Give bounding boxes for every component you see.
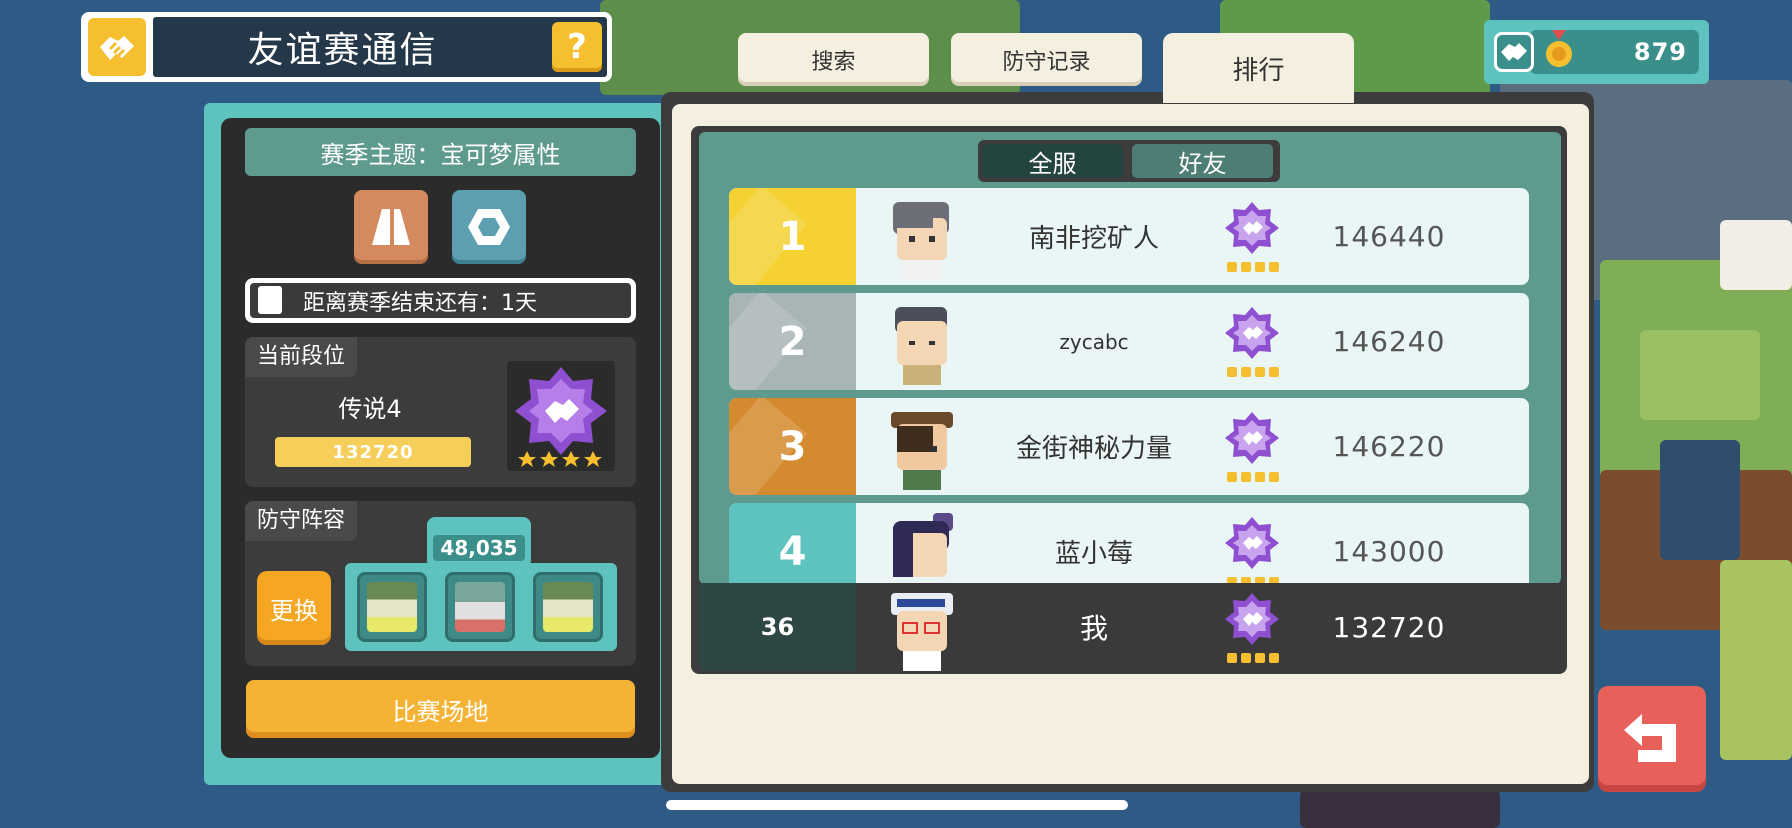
ranking-row[interactable]: 4 蓝小莓 143000 [729, 503, 1529, 583]
steel-type-icon[interactable] [452, 190, 526, 264]
tab-defense-log[interactable]: 防守记录 [951, 33, 1142, 86]
help-button[interactable]: ? [552, 22, 602, 72]
player-score: 146240 [1332, 325, 1446, 358]
handshake-icon [1494, 32, 1534, 72]
arena-button[interactable]: 比赛场地 [246, 680, 635, 738]
season-theme: 赛季主题：宝可梦属性 [245, 128, 636, 176]
player-name: 蓝小莓 [1054, 539, 1133, 569]
player-score: 143000 [1332, 535, 1446, 568]
pokemon-slot[interactable] [533, 572, 603, 642]
player-avatar [891, 593, 953, 671]
player-name: 南非挖矿人 [1028, 224, 1159, 254]
my-score: 132720 [1332, 610, 1446, 644]
rank-badge-icon [1225, 412, 1279, 482]
rank-badge-icon [1225, 307, 1279, 377]
player-avatar [891, 412, 953, 490]
my-player-name: 我 [1079, 612, 1108, 645]
rank-badge-icon [1225, 202, 1279, 272]
countdown-text: 距离赛季结束还有：1天 [303, 290, 537, 316]
currency-amount: 879 [1633, 38, 1687, 66]
player-name: 金街神秘力量 [1015, 434, 1172, 464]
rank-badge-icon [1225, 593, 1279, 663]
ranking-filter: 全服 好友 [978, 140, 1280, 182]
player-avatar [893, 513, 953, 577]
filter-friends[interactable]: 好友 [1132, 144, 1273, 178]
player-score: 146220 [1332, 430, 1446, 463]
boot-icon [258, 286, 282, 314]
pokemon-slot[interactable] [357, 572, 427, 642]
team-power-value: 48,035 [433, 535, 525, 561]
rank-name: 传说4 [338, 395, 402, 423]
ranking-list[interactable]: 1 南非挖矿人 146440 2 zycabc 146240 3 金街神秘力量 … [729, 188, 1529, 583]
rank-number: 1 [729, 188, 856, 285]
section-label: 当前段位 [245, 337, 358, 377]
currency-display: 879 [1484, 20, 1709, 84]
my-rank-number: 36 [699, 583, 856, 671]
defense-team-box: 防守阵容 更换 48,035 [245, 501, 636, 666]
team-power: 48,035 [427, 517, 531, 565]
player-score: 146440 [1332, 220, 1446, 253]
medal-icon [1544, 30, 1574, 70]
rank-number: 2 [729, 293, 856, 390]
player-name: zycabc [1059, 329, 1129, 354]
player-avatar [893, 202, 949, 280]
rank-number: 4 [729, 503, 856, 583]
season-countdown: 距离赛季结束还有：1天 [245, 278, 636, 323]
ranking-row[interactable]: 1 南非挖矿人 146440 [729, 188, 1529, 285]
back-arrow-icon [1624, 714, 1676, 762]
pokemon-slot[interactable] [445, 572, 515, 642]
current-rank-box: 当前段位 传说4 132720 [245, 337, 636, 487]
swap-team-button[interactable]: 更换 [257, 571, 331, 645]
team-slots[interactable] [345, 563, 617, 651]
handshake-icon [88, 18, 146, 76]
player-avatar [895, 307, 947, 385]
rock-type-icon[interactable] [354, 190, 428, 264]
rank-badge[interactable] [507, 361, 615, 471]
ranking-row[interactable]: 3 金街神秘力量 146220 [729, 398, 1529, 495]
section-label: 防守阵容 [245, 501, 358, 541]
back-button[interactable] [1598, 686, 1706, 792]
filter-all-servers[interactable]: 全服 [982, 144, 1123, 178]
ranking-row[interactable]: 2 zycabc 146240 [729, 293, 1529, 390]
page-title: 友谊赛通信 [247, 30, 438, 71]
tab-search[interactable]: 搜索 [738, 33, 929, 86]
title-plate: 友谊赛通信 ? [81, 12, 612, 82]
tab-ranking[interactable]: 排行 [1163, 33, 1354, 103]
my-ranking-row[interactable]: 36 我 132720 [699, 583, 1561, 671]
rank-number: 3 [729, 398, 856, 495]
home-indicator[interactable] [666, 800, 1128, 810]
rank-score: 132720 [275, 437, 471, 467]
rank-badge-icon [1225, 517, 1279, 583]
